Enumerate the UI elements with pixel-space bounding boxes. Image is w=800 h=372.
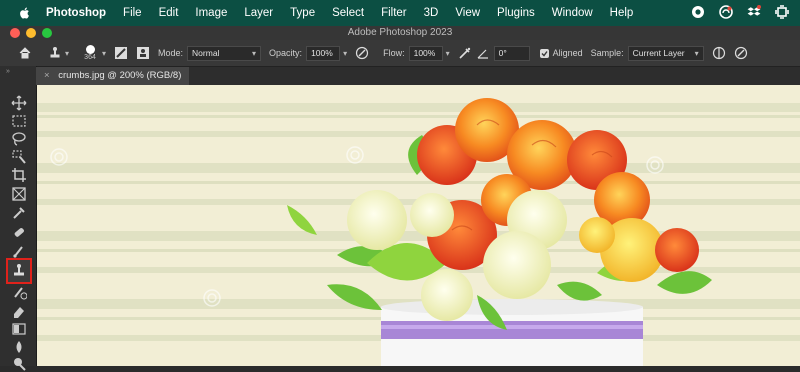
crop-tool-button[interactable]	[11, 167, 27, 183]
flow-value: 100%	[413, 47, 436, 58]
close-window-button[interactable]	[10, 28, 20, 38]
menu-bar-status-icons	[690, 4, 790, 20]
close-tab-icon[interactable]: ×	[44, 70, 50, 81]
eraser-tool-icon	[14, 307, 24, 318]
menu-filter[interactable]: Filter	[381, 7, 407, 19]
angle-value: 0°	[498, 47, 507, 58]
home-icon[interactable]	[18, 46, 32, 60]
sample-select[interactable]: Current Layer ▾	[627, 45, 704, 61]
document-tab-bar: × crumbs.jpg @ 200% (RGB/8)	[36, 67, 800, 85]
window-title: Adobe Photoshop 2023	[347, 27, 453, 38]
healing-brush-tool-button[interactable]	[11, 224, 27, 240]
sample-value: Current Layer	[632, 47, 685, 58]
gradient-tool-button[interactable]	[11, 321, 27, 337]
menu-3d[interactable]: 3D	[424, 7, 439, 19]
crop-tool-icon	[12, 168, 26, 182]
gradient-tool-icon	[12, 323, 26, 335]
frame-tool-button[interactable]	[11, 186, 27, 202]
airbrush-icon[interactable]	[458, 46, 472, 60]
menu-help[interactable]: Help	[610, 7, 634, 19]
opacity-label: Opacity:	[269, 48, 303, 58]
menu-select[interactable]: Select	[332, 7, 364, 19]
menu-image[interactable]: Image	[195, 7, 227, 19]
angle-input[interactable]: 0°	[493, 45, 530, 61]
marquee-tool-button[interactable]	[11, 113, 27, 129]
eraser-tool-button[interactable]	[11, 303, 27, 319]
blur-tool-icon	[16, 341, 22, 353]
canvas-image	[37, 85, 800, 366]
move-tool-icon	[11, 95, 27, 111]
dodge-tool-icon	[14, 358, 26, 371]
brush-settings-panel-icon[interactable]	[114, 46, 128, 60]
document-tab-label: crumbs.jpg @ 200% (RGB/8)	[58, 70, 182, 81]
brush-tool-button[interactable]	[11, 243, 27, 259]
lasso-tool-icon	[12, 132, 26, 146]
menu-view[interactable]: View	[455, 7, 480, 19]
mode-label: Mode:	[158, 48, 184, 58]
apple-menu-icon[interactable]	[18, 6, 32, 20]
tool-options-bar: ▾ 364 ▾ Mode: Normal ▾ Opacity: 100% ▾ F…	[0, 40, 800, 67]
dropbox-status-icon[interactable]	[746, 4, 762, 20]
window-title-bar: Adobe Photoshop 2023	[0, 26, 800, 40]
blur-tool-button[interactable]	[11, 339, 27, 355]
chevron-down-icon[interactable]: ▾	[102, 49, 106, 58]
clone-stamp-tool-icon	[14, 264, 24, 276]
chevron-down-icon[interactable]: ▾	[446, 49, 450, 58]
frame-tool-icon	[12, 187, 26, 201]
history-brush-tool-icon	[14, 287, 27, 300]
zoom-window-button[interactable]	[42, 28, 52, 38]
quick-select-tool-button[interactable]	[11, 149, 27, 165]
brush-preset-picker[interactable]: 364	[81, 45, 99, 61]
document-canvas[interactable]	[37, 85, 800, 366]
menu-type[interactable]: Type	[290, 7, 315, 19]
mac-menu-bar: Photoshop File Edit Image Layer Type Sel…	[0, 0, 800, 26]
mode-value: Normal	[192, 47, 220, 58]
opacity-input[interactable]: 100%	[306, 45, 341, 61]
angle-icon	[476, 46, 490, 60]
menu-window[interactable]: Window	[552, 7, 593, 19]
sample-label: Sample:	[590, 48, 624, 58]
chevron-down-icon[interactable]: ▾	[343, 49, 347, 58]
window-controls	[10, 28, 52, 38]
chevron-down-icon[interactable]: ▾	[65, 49, 69, 58]
menu-edit[interactable]: Edit	[159, 7, 179, 19]
menu-plugins[interactable]: Plugins	[497, 7, 535, 19]
healing-brush-tool-icon	[14, 228, 24, 237]
record-status-icon[interactable]	[690, 4, 706, 20]
flow-label: Flow:	[383, 48, 405, 58]
creative-cloud-status-icon[interactable]	[718, 4, 734, 20]
menu-layer[interactable]: Layer	[244, 7, 273, 19]
chevron-down-icon: ▾	[252, 48, 257, 58]
flow-input[interactable]: 100%	[408, 45, 443, 61]
brush-tool-icon	[13, 246, 23, 258]
pressure-opacity-icon[interactable]	[355, 46, 369, 60]
pressure-size-icon[interactable]	[734, 46, 748, 60]
mode-select[interactable]: Normal ▾	[187, 45, 262, 61]
menu-file[interactable]: File	[123, 7, 142, 19]
clone-stamp-tool-button[interactable]	[6, 258, 32, 284]
tools-panel: »	[0, 66, 37, 371]
collapse-panel-icon[interactable]: »	[6, 68, 10, 75]
minimize-window-button[interactable]	[26, 28, 36, 38]
brush-size-value: 364	[84, 54, 96, 61]
aligned-checkbox[interactable]	[539, 48, 549, 58]
quick-select-tool-icon	[12, 150, 26, 164]
extension-status-icon[interactable]	[774, 4, 790, 20]
eyedropper-tool-button[interactable]	[11, 205, 27, 221]
document-tab[interactable]: × crumbs.jpg @ 200% (RGB/8)	[36, 67, 190, 85]
history-brush-tool-button[interactable]	[11, 284, 27, 300]
ignore-adjustment-layers-icon[interactable]	[712, 46, 726, 60]
chevron-down-icon: ▾	[694, 48, 699, 58]
lasso-tool-button[interactable]	[11, 131, 27, 147]
marquee-tool-icon	[12, 115, 26, 127]
move-tool-button[interactable]	[11, 95, 27, 111]
eyedropper-tool-icon	[13, 207, 25, 219]
clone-source-panel-icon[interactable]	[136, 46, 150, 60]
tool-preset-picker-icon[interactable]	[48, 46, 62, 60]
aligned-label: Aligned	[552, 48, 583, 58]
dodge-tool-button[interactable]	[11, 356, 27, 372]
opacity-value: 100%	[311, 47, 333, 58]
menu-app-photoshop[interactable]: Photoshop	[46, 7, 106, 19]
brush-tip-icon	[85, 45, 95, 54]
